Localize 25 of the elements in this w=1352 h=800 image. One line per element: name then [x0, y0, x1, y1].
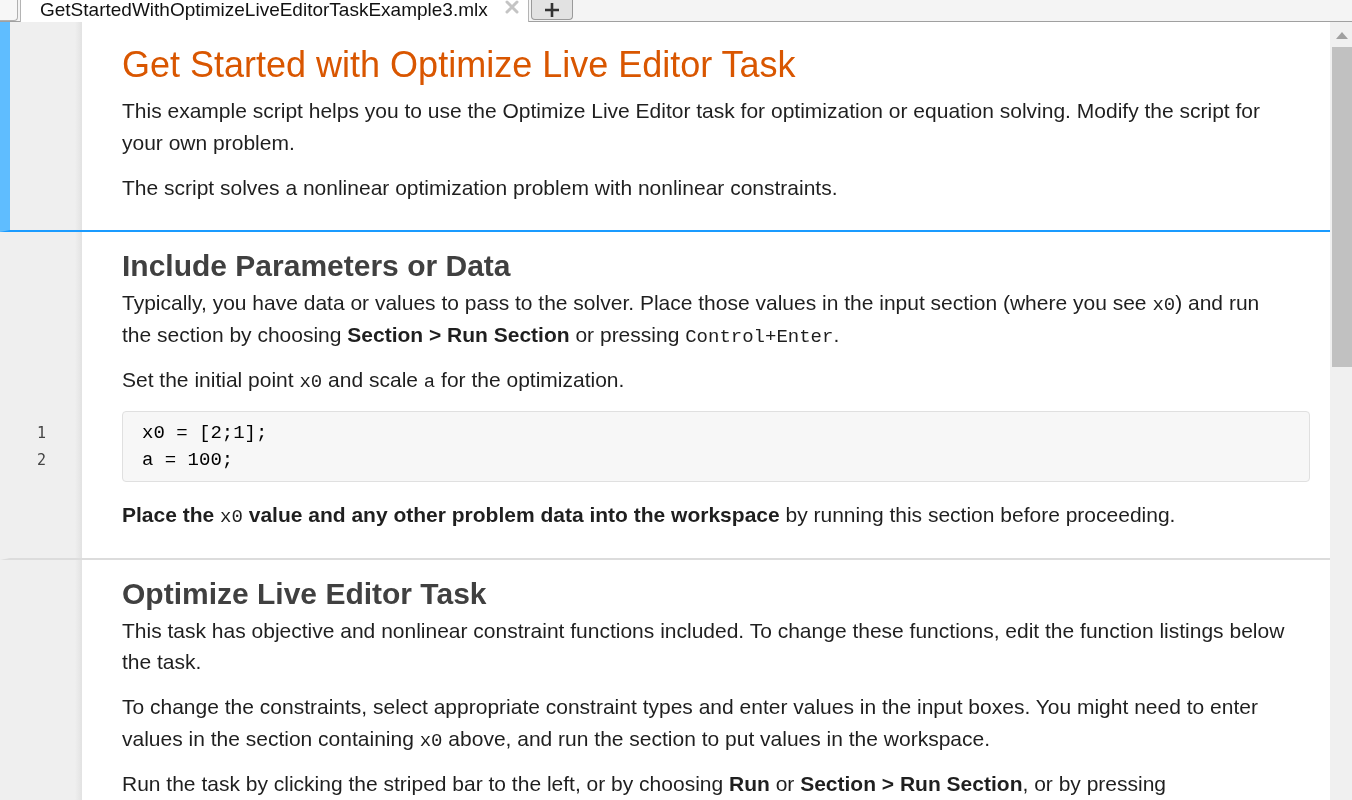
paragraph: The script solves a nonlinear optimization problem with nonlinear constraints.: [122, 174, 839, 201]
paragraph: Set the initial point x0 and scale a for the optimization.: [122, 366, 626, 395]
close-icon[interactable]: [504, 0, 519, 14]
paragraph: Typically, you have data or values to pass to the solver. Place those values in the input section (where you see x0) and run the section by choosing Section > Run Section or pressing Control+Enter.: [122, 290, 1261, 350]
code-line: a = 100;: [142, 447, 235, 473]
section-heading: Include Parameters or Data: [122, 249, 512, 283]
editor-section[interactable]: [0, 22, 1330, 232]
new-tab-button[interactable]: [530, 0, 573, 20]
line-number: 2: [35, 449, 46, 471]
section-heading: Optimize Live Editor Task: [122, 576, 488, 611]
paragraph: This task has objective and nonlinear constraint functions included. To change these functions, edit the function listings below the task.: [122, 617, 1286, 675]
document-title: Get Started with Optimize Live Editor Task: [122, 45, 797, 85]
scrollbar-thumb[interactable]: [1332, 47, 1352, 367]
file-tab[interactable]: GetStartedWithOptimizeLiveEditorTaskExample3.mlx: [20, 0, 529, 22]
partial-tab[interactable]: [0, 0, 18, 21]
scroll-up-arrow-icon[interactable]: [1336, 32, 1348, 39]
paragraph: Place the x0 value and any other problem data into the workspace by running this section before proceeding.: [122, 502, 1177, 530]
line-number: 1: [35, 422, 46, 444]
scrollbar-track[interactable]: [1330, 22, 1352, 800]
paragraph: This example script helps you to use the Optimize Live Editor task for optimization or equation solving. Modify the script for your own problem.: [122, 98, 1262, 156]
paragraph: To change the constraints, select appropriate constraint types and enter values in the input boxes. You might need to enter values in the section containing x0 above, and run the section to put values in the workspace.: [122, 694, 1259, 754]
code-block[interactable]: x0 = [2;1]; a = 100;: [122, 411, 1310, 482]
plus-icon: [544, 2, 559, 17]
code-line: x0 = [2;1];: [142, 420, 269, 446]
paragraph: Run the task by clicking the striped bar to the left, or by choosing Run or Section > Run Section, or by pressing: [122, 770, 1168, 797]
